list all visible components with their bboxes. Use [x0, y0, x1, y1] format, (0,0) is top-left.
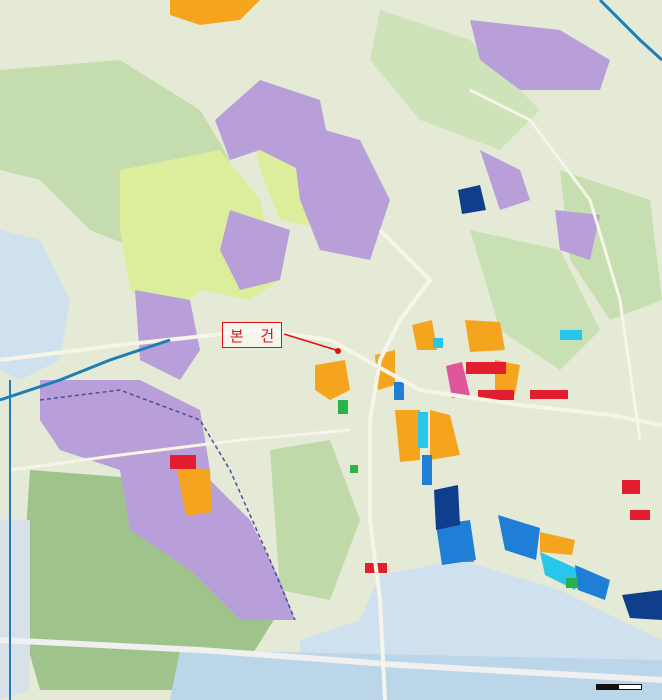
scale-bar: [596, 684, 642, 690]
central-commercial-zone: [622, 480, 640, 494]
park: [338, 400, 348, 414]
commercial-zone: [465, 320, 505, 352]
industrial-zone: [394, 382, 404, 400]
central-commercial-zone: [466, 362, 506, 374]
park: [350, 465, 358, 473]
water-area: [0, 520, 30, 700]
target-marker: [335, 348, 341, 354]
target-label-box: 본 건: [222, 322, 282, 348]
industrial-zone: [422, 455, 432, 485]
park: [566, 578, 578, 588]
central-commercial-zone: [630, 510, 650, 520]
zoning-map-svg: [0, 0, 662, 700]
facility-zone: [433, 338, 443, 348]
central-commercial-zone: [170, 455, 196, 469]
map-canvas[interactable]: 본 건: [0, 0, 662, 700]
facility-zone: [418, 412, 428, 448]
special-zone: [434, 485, 460, 530]
central-commercial-zone: [530, 390, 568, 399]
facility-zone: [560, 330, 582, 340]
